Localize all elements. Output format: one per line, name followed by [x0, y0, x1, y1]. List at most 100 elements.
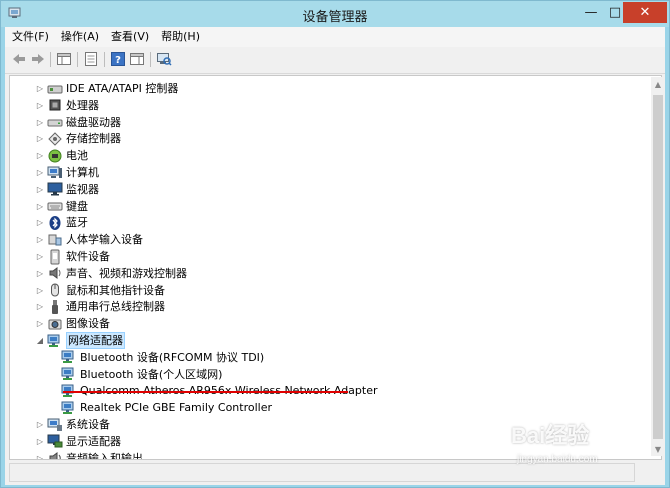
display-adapter-icon	[47, 434, 63, 448]
menu-action[interactable]: 操作(A)	[54, 27, 104, 47]
disk-drive-icon	[47, 119, 63, 127]
tree-category-row[interactable]: ▷ IDE ATA/ATAPI 控制器	[35, 80, 178, 97]
collapsed-arrow-icon[interactable]: ▷	[35, 416, 45, 433]
collapsed-arrow-icon[interactable]: ▷	[35, 248, 45, 265]
back-arrow-icon[interactable]	[11, 51, 27, 67]
tree-item-label: 音频输入和输出	[66, 451, 143, 460]
collapsed-arrow-icon[interactable]: ▷	[35, 198, 45, 215]
network-adapter-icon	[61, 367, 74, 381]
tree-device-row[interactable]: Bluetooth 设备(个人区域网)	[49, 366, 222, 383]
computer-icon	[47, 166, 62, 178]
client-area: 文件(F) 操作(A) 查看(V) 帮助(H) ? ▷ IDE ATA/ATAP…	[5, 27, 665, 485]
tree-item-label: 计算机	[66, 166, 99, 179]
tree-device-row[interactable]: Realtek PCIe GBE Family Controller	[49, 399, 272, 416]
expanded-arrow-icon[interactable]: ◢	[35, 332, 45, 349]
tree-item-label: 监视器	[66, 182, 99, 196]
collapsed-arrow-icon[interactable]: ▷	[35, 164, 45, 181]
vertical-scrollbar[interactable]: ▲ ▼	[651, 77, 665, 456]
tree-category-row[interactable]: ▷ 图像设备	[35, 315, 110, 332]
tree-category-row[interactable]: ▷ 通用串行总线控制器	[35, 298, 165, 315]
watermark-sub-text: jingyan.baidu.com	[517, 454, 598, 465]
tree-category-row[interactable]: ▷ 处理器	[35, 97, 99, 114]
tree-item-label: 蓝牙	[66, 216, 88, 230]
monitor-icon	[47, 182, 63, 196]
minimize-button[interactable]: —	[579, 2, 603, 23]
tree-category-row[interactable]: ▷ 显示适配器	[35, 433, 121, 450]
tree-item-label: Bluetooth 设备(RFCOMM 协议 TDI)	[80, 350, 265, 364]
tree-category-row[interactable]: ▷ 音频输入和输出	[35, 450, 143, 460]
tree-category-row[interactable]: ◢ 网络适配器	[35, 332, 125, 349]
tree-category-row[interactable]: ▷ 声音、视频和游戏控制器	[35, 265, 187, 282]
tree-item-label: Realtek PCIe GBE Family Controller	[80, 401, 273, 415]
tree-item-label: 软件设备	[66, 250, 110, 263]
tree-item-label: 磁盘驱动器	[66, 115, 121, 129]
help-icon[interactable]: ?	[110, 51, 126, 67]
window-title: 设备管理器	[302, 10, 368, 25]
menu-file[interactable]: 文件(F)	[5, 27, 54, 47]
menu-view[interactable]: 查看(V)	[104, 27, 154, 47]
mouse-icon	[51, 283, 59, 297]
tree-item-label: Bluetooth 设备(个人区域网)	[80, 367, 223, 381]
tree-category-row[interactable]: ▷ 计算机	[35, 164, 99, 181]
network-adapter-icon	[61, 350, 74, 364]
tree-category-row[interactable]: ▷ 电池	[35, 147, 88, 164]
forward-arrow-icon[interactable]	[30, 51, 46, 67]
collapsed-arrow-icon[interactable]: ▷	[35, 282, 45, 299]
network-adapter-icon	[47, 334, 60, 347]
title-bar[interactable]: 设备管理器 — □ ✕	[1, 1, 669, 27]
scan-hardware-changes-icon[interactable]	[156, 51, 172, 67]
collapsed-arrow-icon[interactable]: ▷	[35, 265, 45, 282]
minimize-icon: —	[584, 5, 598, 20]
collapsed-arrow-icon[interactable]: ▷	[35, 80, 45, 97]
collapsed-arrow-icon[interactable]: ▷	[35, 181, 45, 198]
collapsed-arrow-icon[interactable]: ▷	[35, 433, 45, 450]
collapsed-arrow-icon[interactable]: ▷	[35, 214, 45, 231]
tree-category-row[interactable]: ▷ 磁盘驱动器	[35, 114, 121, 131]
tree-category-row[interactable]: ▷ 键盘	[35, 198, 88, 215]
tree-item-label: 人体学输入设备	[66, 233, 143, 247]
collapsed-arrow-icon[interactable]: ▷	[35, 147, 45, 164]
toolbar: ?	[5, 47, 665, 74]
collapsed-arrow-icon[interactable]: ▷	[35, 231, 45, 248]
speaker-icon	[49, 267, 61, 280]
collapsed-arrow-icon[interactable]: ▷	[35, 298, 45, 315]
tree-item-label: 键盘	[66, 199, 88, 213]
software-device-icon	[50, 249, 60, 264]
tree-category-row[interactable]: ▷ 软件设备	[35, 248, 110, 265]
collapsed-arrow-icon[interactable]: ▷	[35, 114, 45, 131]
scroll-up-arrow-icon[interactable]: ▲	[651, 77, 665, 91]
bluetooth-icon	[49, 215, 61, 230]
network-adapter-icon	[61, 401, 74, 414]
collapsed-arrow-icon[interactable]: ▷	[35, 315, 45, 332]
menu-help[interactable]: 帮助(H)	[154, 27, 205, 47]
tree-item-label: 网络适配器	[66, 332, 125, 349]
tree-category-row[interactable]: ▷ 系统设备	[35, 416, 110, 433]
toolbar-separator	[150, 52, 151, 67]
tree-device-row[interactable]: Bluetooth 设备(RFCOMM 协议 TDI)	[49, 349, 264, 366]
properties-icon[interactable]	[83, 51, 99, 67]
close-icon: ✕	[639, 5, 651, 20]
tree-item-label: 系统设备	[66, 418, 110, 431]
scroll-down-arrow-icon[interactable]: ▼	[651, 442, 665, 456]
tree-item-label: 显示适配器	[66, 434, 121, 448]
tree-category-row[interactable]: ▷ 存储控制器	[35, 130, 121, 147]
collapsed-arrow-icon[interactable]: ▷	[35, 97, 45, 114]
action-pane-icon[interactable]	[129, 51, 145, 67]
tree-item-label: 存储控制器	[66, 132, 121, 146]
ide-controller-icon	[47, 85, 63, 93]
battery-icon	[48, 149, 62, 163]
scroll-thumb[interactable]	[653, 95, 663, 439]
collapsed-arrow-icon[interactable]: ▷	[35, 130, 45, 147]
tree-category-row[interactable]: ▷ 蓝牙	[35, 214, 88, 231]
baidu-jingyan-watermark: Bai经验 jingyan.baidu.com	[511, 418, 641, 473]
show-hide-console-tree-icon[interactable]	[56, 51, 72, 67]
tree-category-row[interactable]: ▷ 人体学输入设备	[35, 231, 143, 248]
tree-category-row[interactable]: ▷ 监视器	[35, 181, 99, 198]
camera-icon	[48, 319, 62, 330]
collapsed-arrow-icon[interactable]: ▷	[35, 450, 45, 459]
menu-bar: 文件(F) 操作(A) 查看(V) 帮助(H)	[5, 27, 665, 47]
close-button[interactable]: ✕	[623, 2, 667, 23]
tree-category-row[interactable]: ▷ 鼠标和其他指针设备	[35, 282, 165, 299]
